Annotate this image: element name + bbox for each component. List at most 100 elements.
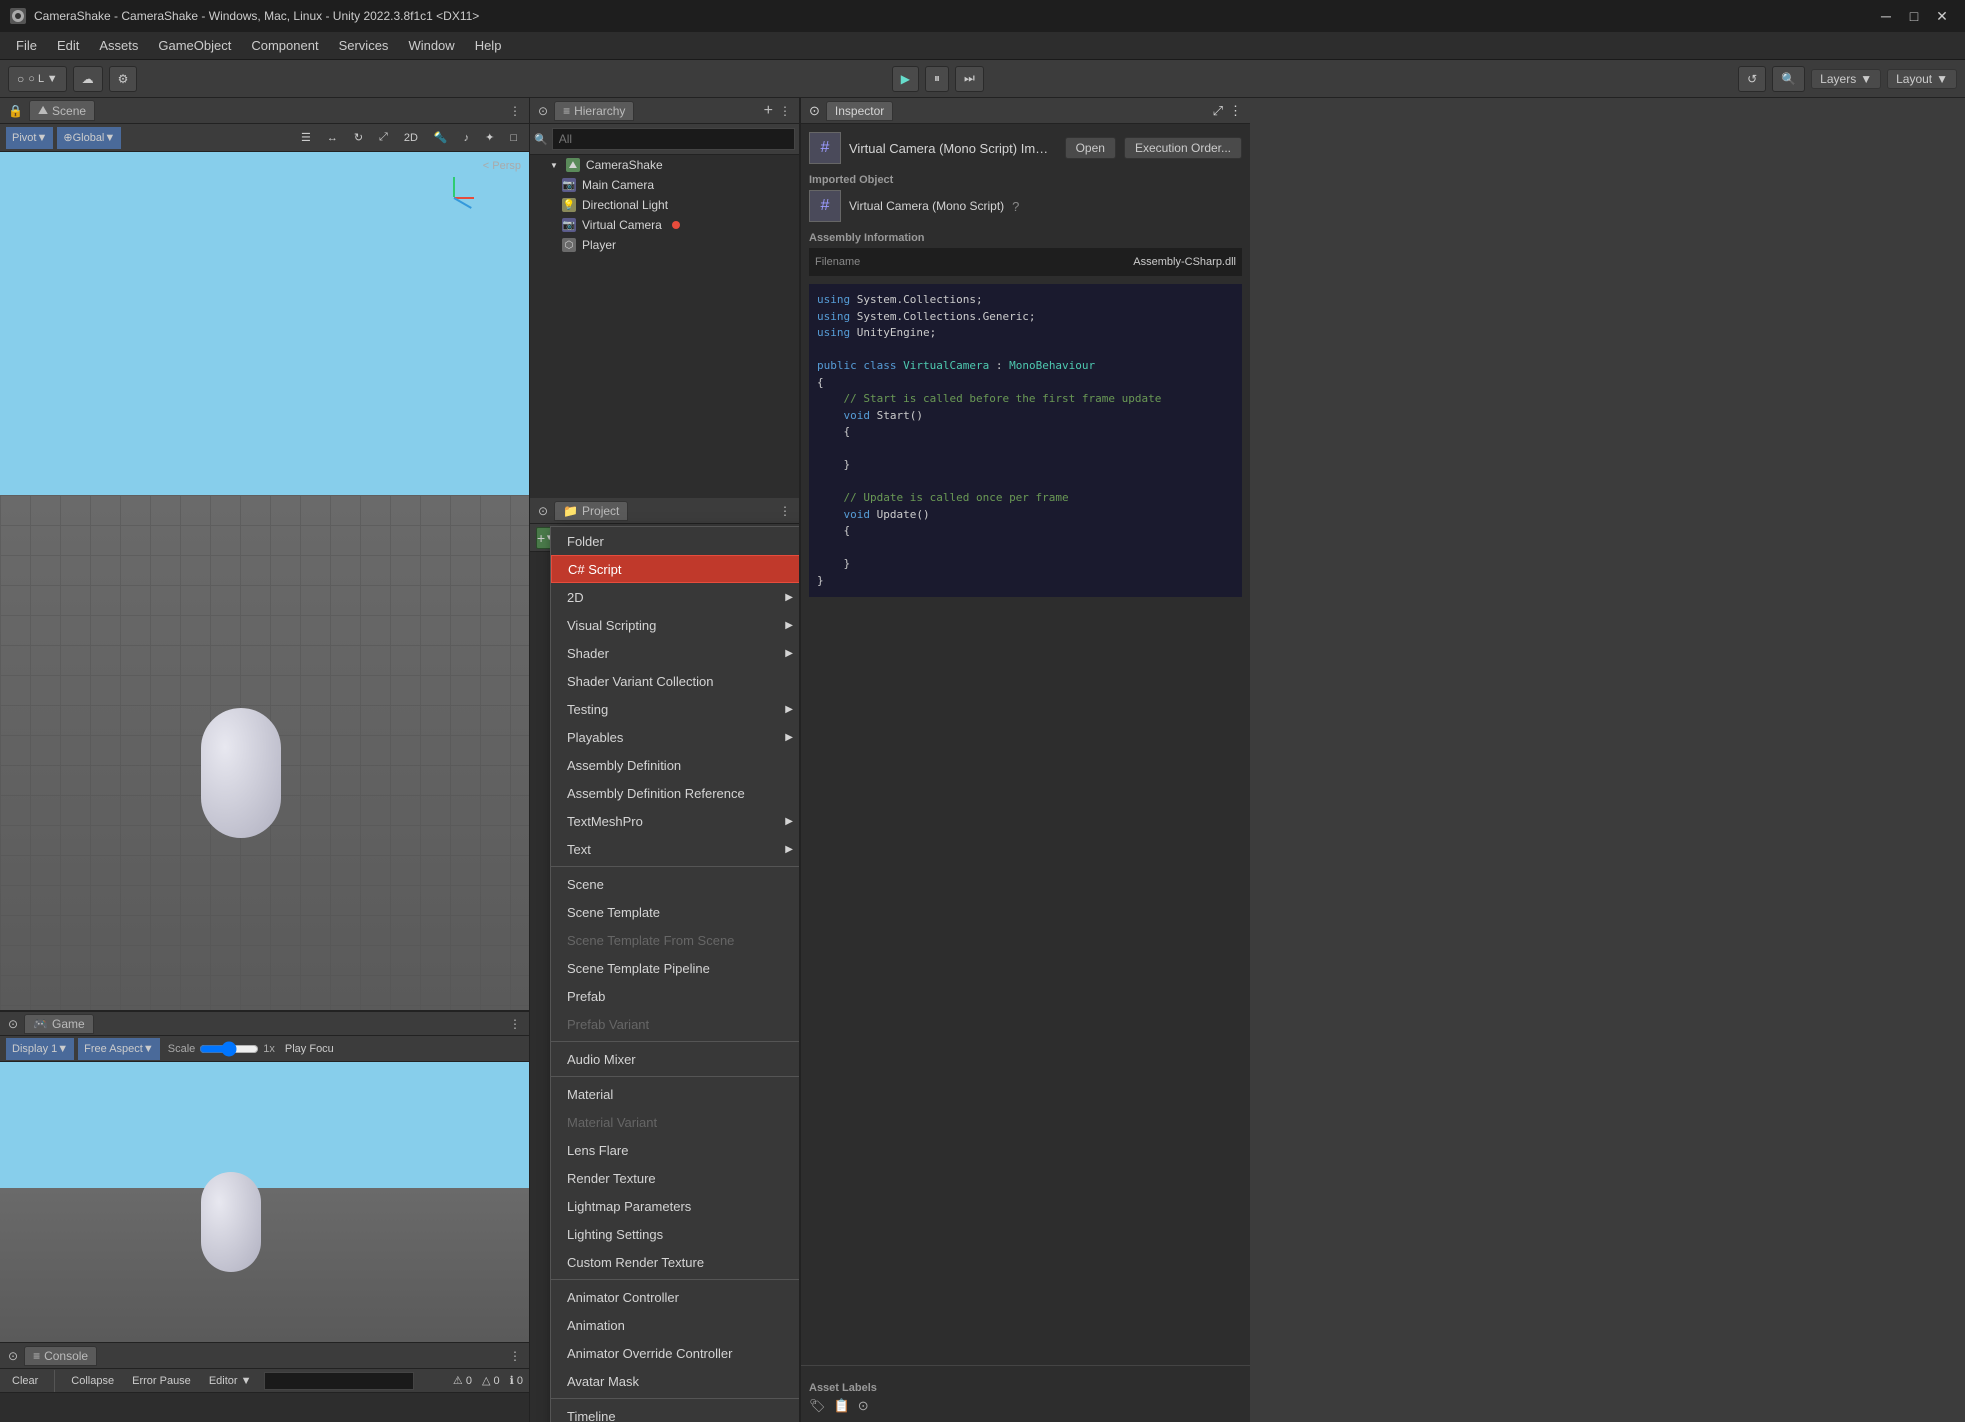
tab-project[interactable]: 📁 Project [554, 501, 628, 521]
display-selector[interactable]: Display 1 ▼ [6, 1038, 74, 1060]
tab-scene[interactable]: ⛰ Scene [29, 100, 95, 121]
menu-entry-material[interactable]: Material [551, 1080, 799, 1108]
menu-component[interactable]: Component [241, 36, 328, 55]
menu-entry-custom-render-texture[interactable]: Custom Render Texture [551, 1248, 799, 1276]
pivot-toggle[interactable]: Pivot ▼ [6, 127, 53, 149]
menu-entry-visual-scripting[interactable]: Visual Scripting ▶ [551, 611, 799, 639]
menu-entry-scene[interactable]: Scene [551, 870, 799, 898]
tab-console[interactable]: ≡ Console [24, 1346, 97, 1366]
menu-entry-csharp-script[interactable]: C# Script [551, 555, 799, 583]
hierarchy-item-player[interactable]: ⬡ Player [530, 235, 799, 255]
asset-label-icon2[interactable]: 📋 [834, 1398, 850, 1414]
undo-button[interactable]: ↺ [1738, 66, 1766, 92]
audio-btn[interactable]: ♪ [458, 127, 476, 149]
collapse-button[interactable]: Collapse [65, 1374, 120, 1388]
menu-entry-animator-controller[interactable]: Animator Controller [551, 1283, 799, 1311]
rotate-btn[interactable]: ↻ [348, 127, 369, 149]
hierarchy-lock-icon: ⊙ [538, 104, 548, 118]
mode2d-btn[interactable]: 2D [398, 127, 424, 149]
settings-button[interactable]: ⚙ [109, 66, 138, 92]
menu-entry-audio-mixer[interactable]: Audio Mixer [551, 1045, 799, 1073]
menu-entry-render-texture[interactable]: Render Texture [551, 1164, 799, 1192]
asset-label-icon3[interactable]: ⊙ [858, 1398, 869, 1414]
menu-entry-scene-template-pipeline[interactable]: Scene Template Pipeline [551, 954, 799, 982]
project-menu-icon[interactable]: ⋮ [779, 504, 791, 518]
menu-entry-prefab[interactable]: Prefab [551, 982, 799, 1010]
open-button[interactable]: Open [1065, 137, 1116, 159]
menu-entry-playables[interactable]: Playables ▶ [551, 723, 799, 751]
tab-inspector[interactable]: Inspector [826, 101, 893, 121]
light-btn[interactable]: 🔦 [428, 127, 454, 149]
menu-entry-lightmap-parameters[interactable]: Lightmap Parameters [551, 1192, 799, 1220]
hierarchy-menu-icon[interactable]: ⋮ [779, 104, 791, 118]
grid-btn[interactable]: ☰ [295, 127, 317, 149]
hierarchy-item-maincamera[interactable]: 📷 Main Camera [530, 175, 799, 195]
tab-hierarchy[interactable]: ≡ Hierarchy [554, 101, 634, 121]
menu-entry-testing[interactable]: Testing ▶ [551, 695, 799, 723]
chevron-down-icon: ▼ [57, 1043, 68, 1055]
clear-button[interactable]: Clear [6, 1374, 44, 1388]
menu-entry-shader-variant-collection[interactable]: Shader Variant Collection [551, 667, 799, 695]
hierarchy-item-virtualcamera[interactable]: 📷 Virtual Camera [530, 215, 799, 235]
console-search-input[interactable] [264, 1372, 414, 1390]
execution-order-button[interactable]: Execution Order... [1124, 137, 1242, 159]
step-button[interactable]: ⏭ [955, 66, 984, 92]
console-menu-icon[interactable]: ⋮ [509, 1349, 521, 1363]
inspector-menu-icon[interactable]: ⋮ [1229, 103, 1242, 119]
menu-entry-assembly-definition[interactable]: Assembly Definition [551, 751, 799, 779]
minimize-button[interactable]: ─ [1873, 3, 1899, 29]
tab-game[interactable]: 🎮 Game [24, 1014, 94, 1034]
menu-window[interactable]: Window [398, 36, 464, 55]
menu-entry-assembly-definition-reference[interactable]: Assembly Definition Reference [551, 779, 799, 807]
move-btn[interactable]: ↔ [321, 127, 344, 149]
scale-slider[interactable] [199, 1041, 259, 1057]
menu-entry-folder[interactable]: Folder [551, 527, 799, 555]
cloud-button[interactable]: ☁ [73, 66, 103, 92]
scale-btn[interactable]: ⤢ [373, 127, 394, 149]
menu-entry-animator-override-controller[interactable]: Animator Override Controller [551, 1339, 799, 1367]
close-button[interactable]: ✕ [1929, 3, 1955, 29]
menu-entry-2d[interactable]: 2D ▶ [551, 583, 799, 611]
hierarchy-item-directionallight[interactable]: 💡 Directional Light [530, 195, 799, 215]
hierarchy-item-camerashake[interactable]: ▼ ⛰ CameraShake [530, 155, 799, 175]
console-toolbar: Clear Collapse Error Pause Editor ▼ ⚠ 0 … [0, 1369, 529, 1393]
fx-btn[interactable]: ✦ [479, 127, 500, 149]
editor-filter[interactable]: Editor ▼ [203, 1374, 258, 1388]
menu-entry-text[interactable]: Text ▶ [551, 835, 799, 863]
scene-menu-icon[interactable]: ⋮ [509, 104, 521, 118]
menu-file[interactable]: File [6, 36, 47, 55]
menu-edit[interactable]: Edit [47, 36, 89, 55]
search-button[interactable]: 🔍 [1772, 66, 1805, 92]
maximize-button[interactable]: □ [1901, 3, 1927, 29]
menu-entry-scene-template[interactable]: Scene Template [551, 898, 799, 926]
menu-entry-timeline[interactable]: Timeline [551, 1402, 799, 1422]
aspect-selector[interactable]: Free Aspect ▼ [78, 1038, 160, 1060]
menu-services[interactable]: Services [329, 36, 399, 55]
inspector-maximize-icon[interactable]: ⤢ [1213, 103, 1223, 119]
layers-button[interactable]: Layers ▼ [1811, 69, 1881, 89]
hierarchy-add-icon[interactable]: + [764, 102, 773, 120]
menu-entry-animation[interactable]: Animation [551, 1311, 799, 1339]
menu-gameobject[interactable]: GameObject [148, 36, 241, 55]
warn-icon: △ [482, 1375, 490, 1387]
layout-button[interactable]: Layout ▼ [1887, 69, 1957, 89]
menu-entry-lighting-settings[interactable]: Lighting Settings [551, 1220, 799, 1248]
question-icon[interactable]: ? [1012, 199, 1019, 214]
global-toggle[interactable]: ⊕ Global ▼ [57, 127, 121, 149]
error-pause-button[interactable]: Error Pause [126, 1374, 197, 1388]
menu-entry-textmeshpro[interactable]: TextMeshPro ▶ [551, 807, 799, 835]
menu-entry-lens-flare[interactable]: Lens Flare [551, 1136, 799, 1164]
menu-assets[interactable]: Assets [89, 36, 148, 55]
hierarchy-list: ▼ ⛰ CameraShake 📷 Main Camera 💡 Directio… [530, 155, 799, 255]
account-button[interactable]: ○ ○ L ▼ [8, 66, 67, 92]
asset-label-icon1[interactable]: 🏷 [809, 1398, 826, 1414]
menu-entry-avatar-mask[interactable]: Avatar Mask [551, 1367, 799, 1395]
menu-help[interactable]: Help [465, 36, 512, 55]
sky-btn[interactable]: □ [504, 127, 523, 149]
game-menu-icon[interactable]: ⋮ [509, 1017, 521, 1031]
menu-entry-shader[interactable]: Shader ▶ [551, 639, 799, 667]
hierarchy-search-input[interactable] [552, 128, 795, 150]
pause-button[interactable]: ⏸ [925, 66, 949, 92]
play-button[interactable]: ▶ [892, 66, 919, 92]
play-focus-btn[interactable]: Play Focu [279, 1038, 340, 1060]
